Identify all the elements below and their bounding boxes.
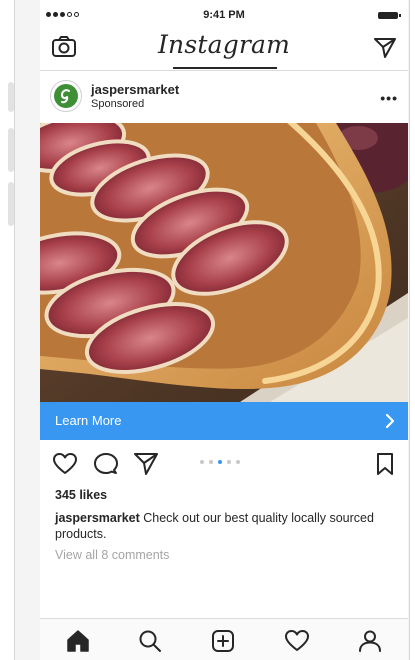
post-header: jaspersmarket Sponsored •••	[40, 72, 408, 122]
chevron-right-icon	[385, 413, 395, 429]
likes-count[interactable]: 345 likes	[55, 488, 107, 502]
caption-username[interactable]: jaspersmarket	[55, 511, 140, 525]
phone-side-button	[8, 82, 14, 112]
top-bar: Instagram	[40, 26, 408, 71]
learn-more-label: Learn More	[55, 413, 122, 428]
more-options-icon[interactable]: •••	[380, 90, 398, 106]
post-caption: jaspersmarket Check out our best quality…	[55, 510, 400, 542]
add-post-icon[interactable]	[210, 628, 236, 654]
post-image[interactable]	[40, 123, 408, 402]
status-time: 9:41 PM	[203, 9, 245, 21]
bookmark-icon[interactable]	[372, 451, 398, 477]
avatar-letter-icon	[60, 89, 70, 104]
learn-more-button[interactable]: Learn More	[40, 402, 408, 440]
profile-icon[interactable]	[357, 628, 383, 654]
activity-heart-icon[interactable]	[284, 628, 310, 654]
post-actions	[40, 447, 408, 483]
phone-volume-up	[8, 128, 14, 172]
home-icon[interactable]	[65, 628, 91, 654]
status-bar: 9:41 PM	[40, 0, 408, 26]
battery-icon	[378, 12, 401, 19]
instagram-logo: Instagram	[157, 30, 291, 59]
comment-icon[interactable]	[93, 451, 119, 477]
carousel-dot	[227, 460, 231, 464]
phone-screen: 9:41 PM Instagram jaspersmarket Sponsore…	[40, 0, 408, 660]
post-username[interactable]: jaspersmarket	[91, 82, 179, 97]
share-icon[interactable]	[133, 451, 159, 477]
carousel-dot	[236, 460, 240, 464]
sponsored-label: Sponsored	[91, 98, 145, 110]
carousel-indicator	[200, 460, 240, 464]
avatar[interactable]	[50, 80, 82, 112]
carousel-dot-active	[218, 460, 222, 464]
carousel-dot	[200, 460, 204, 464]
direct-message-icon[interactable]	[373, 36, 397, 60]
heart-icon[interactable]	[52, 451, 78, 477]
phone-volume-down	[8, 182, 14, 226]
view-comments-link[interactable]: View all 8 comments	[55, 548, 169, 562]
bottom-nav	[40, 618, 408, 660]
carousel-dot	[209, 460, 213, 464]
logo-underline	[173, 67, 277, 69]
search-icon[interactable]	[137, 628, 163, 654]
